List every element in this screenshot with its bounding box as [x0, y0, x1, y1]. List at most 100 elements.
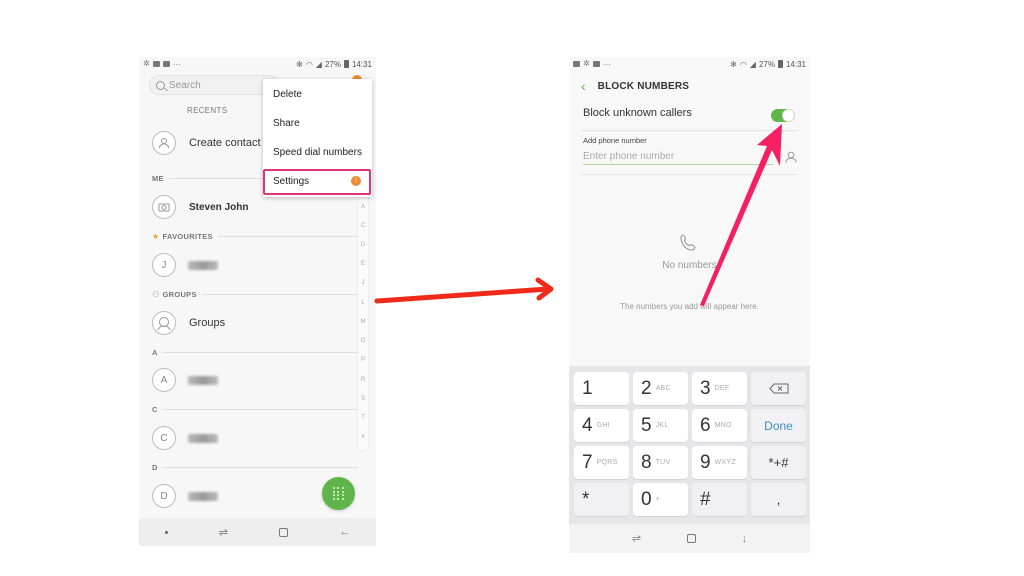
key-letters: MNO: [714, 422, 732, 429]
key-digit: 8: [641, 451, 652, 473]
back-icon[interactable]: ←: [339, 526, 350, 538]
key-label: *+#: [768, 455, 789, 470]
key-4[interactable]: 4 GHI: [574, 409, 629, 442]
symbols-key[interactable]: *+#: [751, 446, 806, 479]
dialpad-button[interactable]: [322, 477, 355, 510]
search-placeholder: Search: [169, 79, 201, 91]
bluetooth-icon: ✻: [296, 59, 303, 69]
index-letter[interactable]: #: [361, 434, 364, 440]
star-icon: ★: [152, 232, 160, 241]
index-letter[interactable]: D: [361, 242, 365, 248]
hide-keyboard-icon[interactable]: ↓: [742, 533, 748, 545]
groups-label: Groups: [189, 317, 226, 329]
home-icon[interactable]: [279, 527, 289, 537]
index-letter[interactable]: P: [361, 357, 365, 363]
menu-item-delete[interactable]: Delete: [273, 89, 302, 100]
index-letter[interactable]: R: [361, 377, 365, 383]
key-letters: TUV: [655, 459, 671, 466]
blurred-contact-name: [188, 433, 218, 443]
signal-icon: ◢: [749, 59, 756, 69]
done-key[interactable]: Done: [751, 409, 806, 442]
alphabet-index-scrollbar[interactable]: A C D E J L M O P R S T #: [357, 192, 369, 452]
key-3[interactable]: 3 DEF: [692, 372, 747, 405]
done-label: Done: [764, 418, 793, 433]
section-d-label: D: [152, 463, 158, 472]
bluetooth-icon: ✻: [730, 59, 737, 69]
wifi-icon: ◠: [739, 59, 747, 69]
key-digit: *: [582, 488, 590, 510]
key-digit: 0: [641, 488, 652, 510]
menu-item-share[interactable]: Share: [273, 118, 300, 129]
section-d: D: [152, 463, 358, 472]
divider: [581, 130, 798, 131]
battery-percent: 27%: [758, 59, 775, 69]
key-8[interactable]: 8 TUV: [633, 446, 688, 479]
list-item[interactable]: A: [139, 368, 364, 392]
more-notifications-icon: ···: [172, 59, 181, 69]
contact-avatar: D: [152, 484, 176, 508]
more-notifications-icon: ···: [602, 59, 611, 69]
block-unknown-toggle[interactable]: [771, 109, 795, 122]
notification-star-icon: ✲: [143, 59, 150, 68]
list-item[interactable]: C: [139, 426, 364, 450]
contact-picker-icon[interactable]: [785, 151, 797, 163]
navigation-bar: ⇌ ←: [139, 518, 376, 546]
key-9[interactable]: 9 WXYZ: [692, 446, 747, 479]
key-hash[interactable]: #: [692, 483, 747, 516]
tab-recents[interactable]: RECENTS: [187, 106, 227, 115]
index-letter[interactable]: C: [361, 223, 365, 229]
add-phone-label: Add phone number: [583, 136, 647, 145]
phone-number-input[interactable]: [583, 149, 773, 165]
section-c-label: C: [152, 405, 158, 414]
key-letters: PQRS: [596, 459, 618, 466]
index-letter[interactable]: M: [361, 319, 366, 325]
key-6[interactable]: 6 MNO: [692, 409, 747, 442]
key-digit: #: [700, 488, 711, 510]
section-groups: ⚇ GROUPS: [152, 290, 358, 299]
camera-icon: [152, 195, 176, 219]
index-letter[interactable]: T: [361, 415, 365, 421]
key-letters: WXYZ: [714, 459, 736, 466]
nav-dot-icon[interactable]: [164, 530, 168, 534]
divider: [201, 294, 358, 295]
battery-percent: 27%: [324, 59, 341, 69]
backspace-key[interactable]: [751, 372, 806, 405]
key-digit: 4: [582, 414, 593, 436]
navigation-bar: ⇌ ↓: [569, 524, 810, 553]
menu-item-speed-dial[interactable]: Speed dial numbers: [273, 147, 362, 158]
comma-key[interactable]: ,: [751, 483, 806, 516]
section-favourites: ★ FAVOURITES: [152, 232, 358, 241]
home-icon[interactable]: [686, 534, 696, 543]
index-letter[interactable]: A: [361, 204, 365, 210]
contact-avatar: J: [152, 253, 176, 277]
key-letters: DEF: [714, 385, 730, 392]
key-star[interactable]: *: [574, 483, 629, 516]
groups-row[interactable]: Groups: [139, 311, 364, 335]
key-7[interactable]: 7 PQRS: [574, 446, 629, 479]
index-letter[interactable]: E: [361, 261, 365, 267]
blurred-contact-name: [188, 491, 218, 501]
index-letter[interactable]: O: [361, 338, 366, 344]
index-letter[interactable]: L: [361, 300, 364, 306]
index-letter[interactable]: J: [362, 280, 365, 286]
key-2[interactable]: 2 ABC: [633, 372, 688, 405]
key-0[interactable]: 0 +: [633, 483, 688, 516]
index-letter[interactable]: S: [361, 396, 365, 402]
divider: [581, 174, 798, 175]
clock: 14:31: [785, 59, 806, 69]
phone-icon: [680, 234, 696, 251]
key-5[interactable]: 5 JKL: [633, 409, 688, 442]
toggle-knob: [782, 109, 795, 122]
back-chevron-icon[interactable]: ‹: [581, 79, 586, 93]
empty-state-title: No numbers: [662, 260, 717, 271]
recent-apps-icon[interactable]: ⇌: [219, 526, 228, 539]
me-contact-row[interactable]: Steven John: [139, 195, 364, 219]
list-item[interactable]: J: [139, 253, 364, 277]
me-contact-name: Steven John: [189, 201, 249, 213]
recent-apps-icon[interactable]: ⇌: [632, 532, 641, 545]
search-input[interactable]: Search: [149, 75, 279, 95]
wifi-icon: ◠: [305, 59, 313, 69]
key-digit: 7: [582, 451, 593, 473]
group-avatar-icon: [152, 311, 176, 335]
key-1[interactable]: 1: [574, 372, 629, 405]
